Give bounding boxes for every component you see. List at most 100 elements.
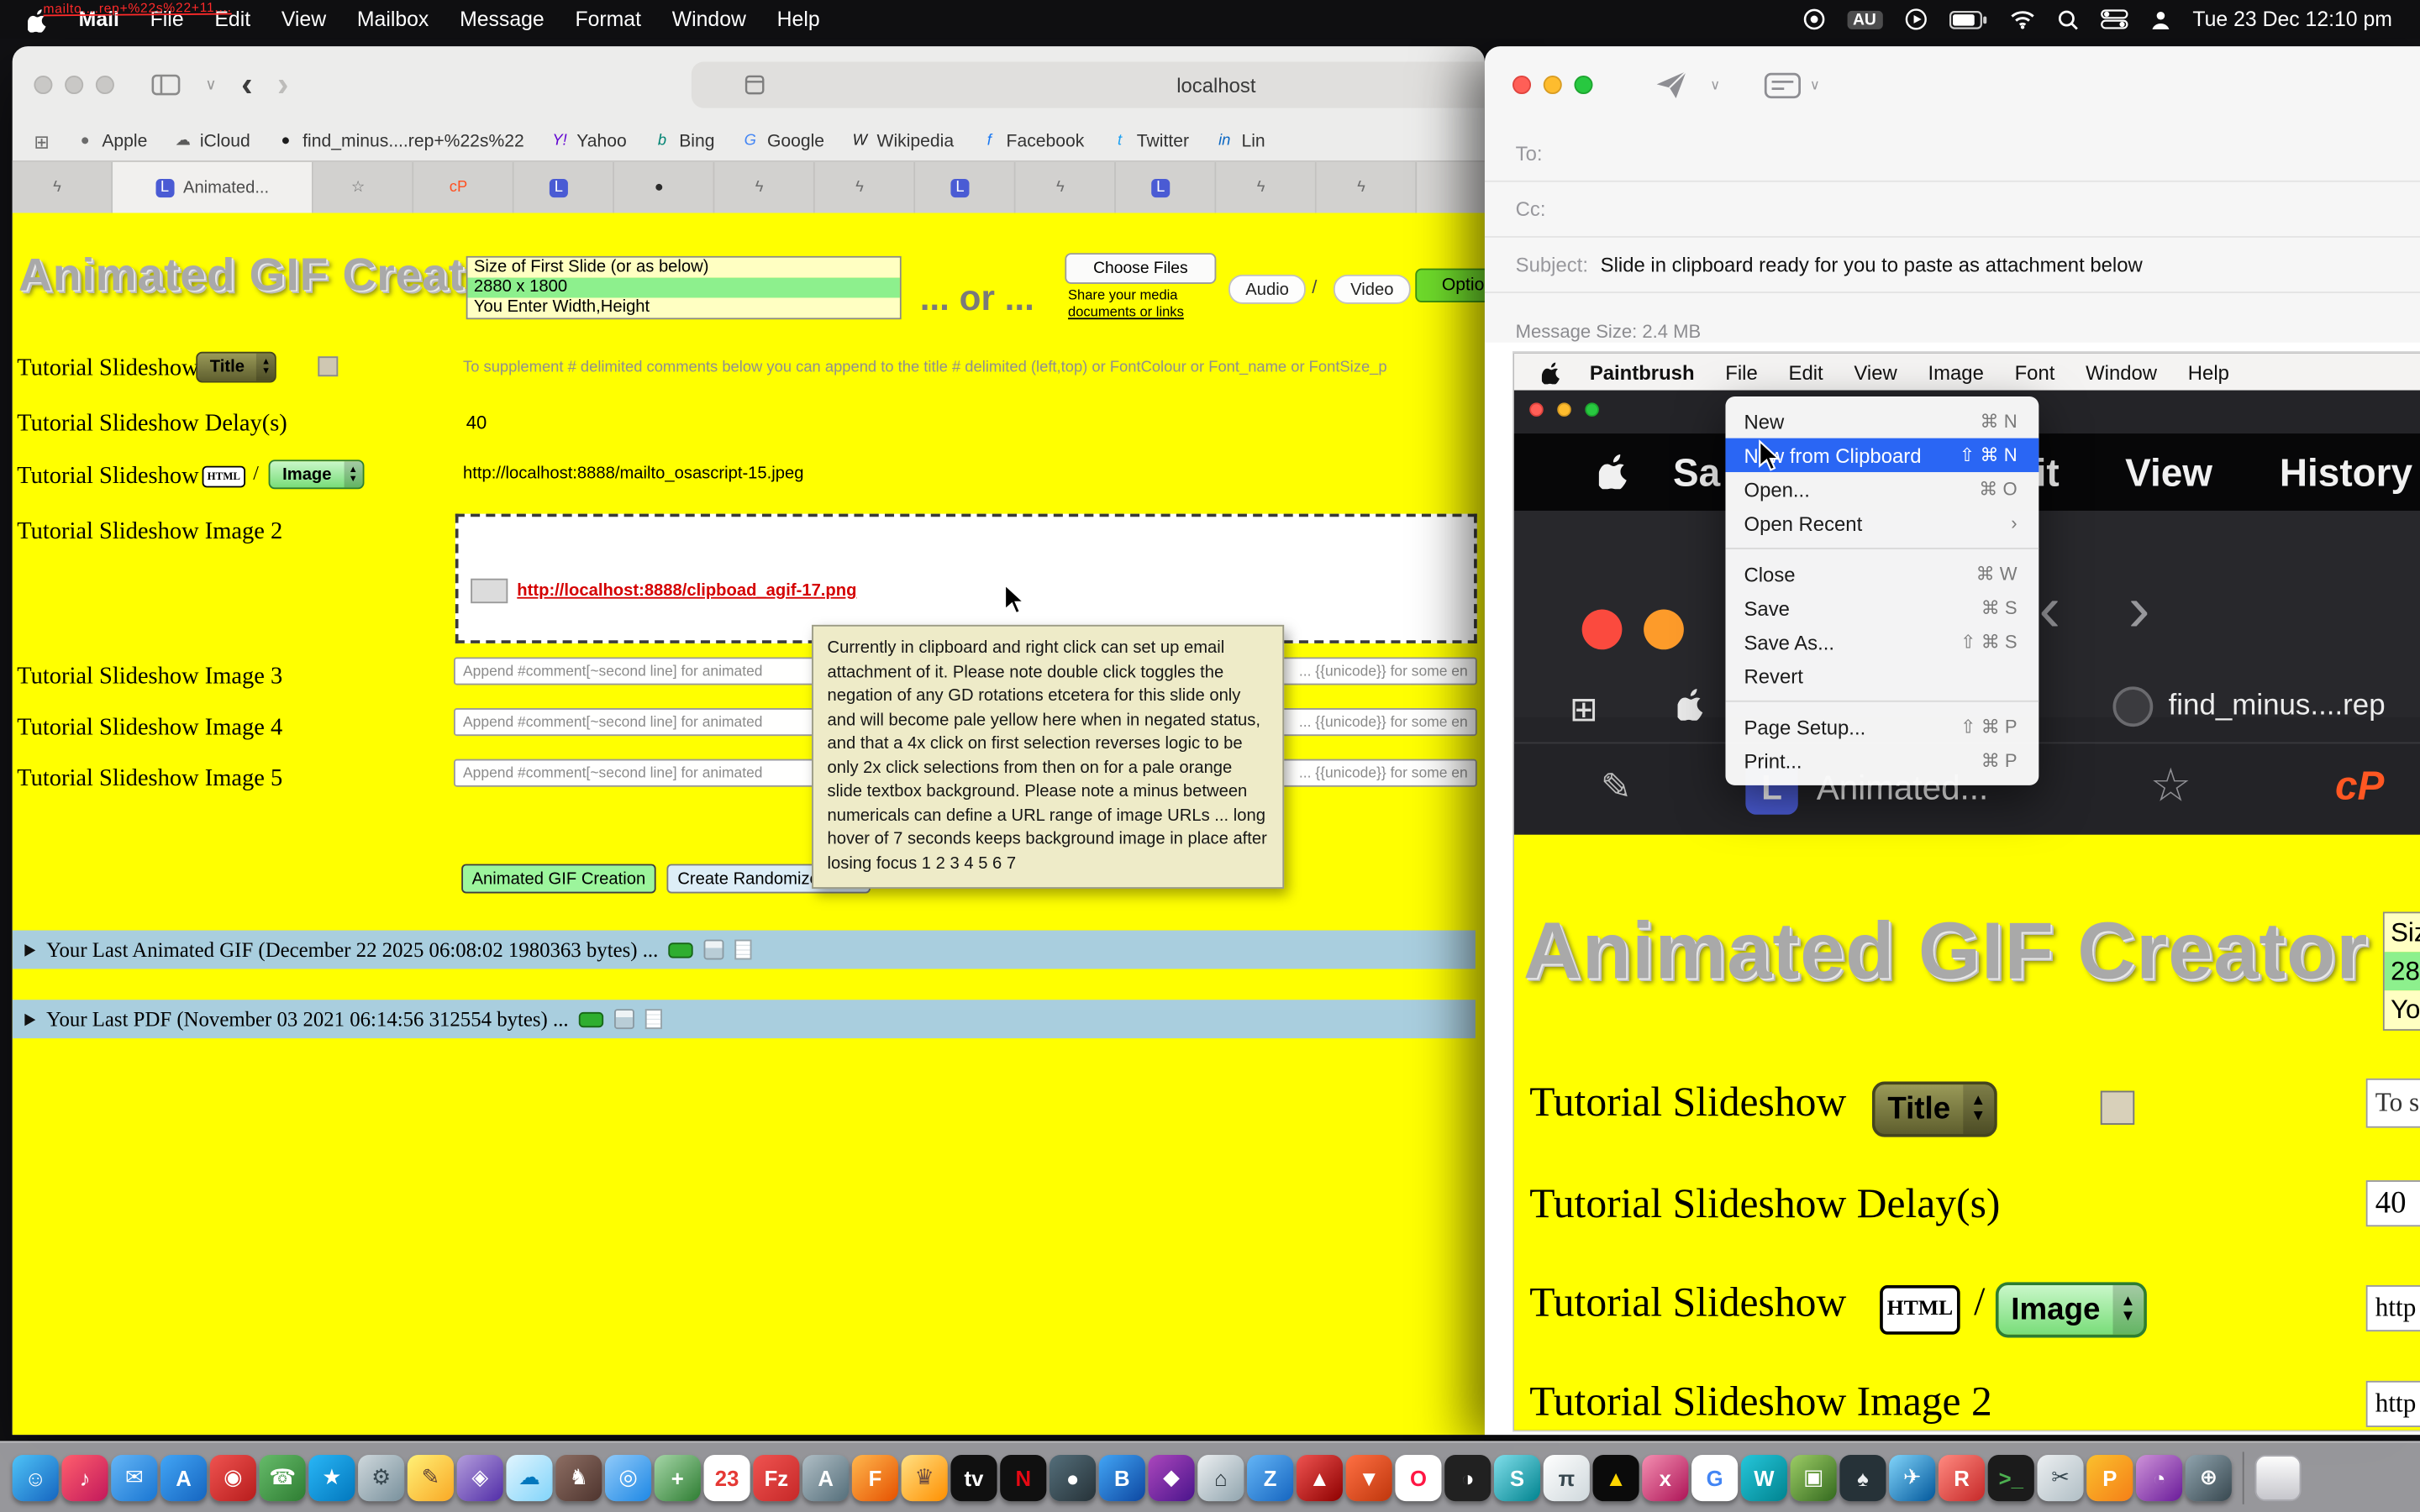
cc-field[interactable]: Cc: xyxy=(1485,182,2420,238)
share-media-link[interactable]: documents or links xyxy=(1068,304,1184,319)
last-gif-bar[interactable]: Your Last Animated GIF (December 22 2025… xyxy=(13,931,1476,969)
message-body[interactable]: PaintbrushFileEditViewImageFontWindowHel… xyxy=(1485,343,2420,1435)
dock-app-icon[interactable]: ◑ xyxy=(1444,1454,1491,1500)
menubar-menu-item[interactable]: Mailbox xyxy=(342,8,445,31)
browser-tab[interactable]: cP xyxy=(413,162,513,213)
dock-app-icon[interactable]: R xyxy=(1939,1454,1985,1500)
browser-tab[interactable]: ● xyxy=(614,162,714,213)
dock-app-icon[interactable]: ♪ xyxy=(61,1454,108,1500)
dock-app-icon[interactable]: A xyxy=(802,1454,849,1500)
minimize-button[interactable] xyxy=(65,76,83,94)
dock-app-icon[interactable]: ◔ xyxy=(2136,1454,2182,1500)
user-icon[interactable] xyxy=(2149,8,2171,30)
header-fields-chevron-icon[interactable]: ∨ xyxy=(1810,76,1820,93)
bookmark-item[interactable]: bBing xyxy=(653,133,715,151)
bookmark-item[interactable]: fFacebook xyxy=(980,133,1084,151)
menubar-menu-item[interactable]: Format xyxy=(560,8,656,31)
dock-app-icon[interactable]: ✂ xyxy=(2037,1454,2083,1500)
search-icon[interactable] xyxy=(2057,8,2079,30)
dock-app-icon[interactable]: tv xyxy=(950,1454,997,1500)
dock-app-icon[interactable]: S xyxy=(1494,1454,1540,1500)
dock-app-icon[interactable]: G xyxy=(1691,1454,1738,1500)
browser-tab[interactable]: L xyxy=(1116,162,1216,213)
dock-app-icon[interactable]: 23 xyxy=(704,1454,750,1500)
browser-tab[interactable]: ϟ xyxy=(13,162,113,213)
send-button[interactable] xyxy=(1655,70,1688,101)
zoom-button[interactable] xyxy=(96,76,114,94)
trash-icon[interactable] xyxy=(2254,1454,2301,1500)
bookmark-item[interactable]: tTwitter xyxy=(1111,133,1189,151)
bookmark-item[interactable]: ●find_minus....rep+%22s%22 xyxy=(276,133,524,151)
zoom-button[interactable] xyxy=(1574,76,1592,94)
clipboard-image-link[interactable]: http://localhost:8888/clipboad_agif-17.p… xyxy=(517,581,856,600)
html-toggle-button[interactable]: HTML xyxy=(203,466,245,488)
animated-gif-creation-button[interactable]: Animated GIF Creation xyxy=(461,864,655,894)
dock-app-icon[interactable]: ✉ xyxy=(111,1454,157,1500)
bookmark-item[interactable]: ☁iCloud xyxy=(174,133,250,151)
menubar-menu-item[interactable]: Message xyxy=(445,8,560,31)
forward-button[interactable]: › xyxy=(277,65,288,105)
menubar-menu-item[interactable]: View xyxy=(266,8,341,31)
dock-app-icon[interactable]: x xyxy=(1642,1454,1688,1500)
dock-app-icon[interactable]: W xyxy=(1741,1454,1787,1500)
close-button[interactable] xyxy=(34,76,52,94)
gif-badge-icon[interactable] xyxy=(669,942,693,957)
dock-app-icon[interactable]: ⌂ xyxy=(1197,1454,1244,1500)
preview-thumb-icon[interactable] xyxy=(704,940,724,960)
dock-app-icon[interactable]: A xyxy=(160,1454,207,1500)
record-icon[interactable] xyxy=(1802,8,1825,31)
pdf-badge-icon[interactable] xyxy=(579,1011,603,1026)
dock-app-icon[interactable]: ☎ xyxy=(260,1454,306,1500)
dock-app-icon[interactable]: Fz xyxy=(753,1454,799,1500)
dock-app-icon[interactable]: O xyxy=(1395,1454,1441,1500)
title-select[interactable]: Title ▲▼ xyxy=(196,352,276,383)
send-options-chevron-icon[interactable]: ∨ xyxy=(1710,76,1720,93)
dock-app-icon[interactable]: Z xyxy=(1247,1454,1293,1500)
audio-button[interactable]: Audio xyxy=(1228,275,1306,304)
browser-tab[interactable]: ϟ xyxy=(1016,162,1116,213)
menubar-menu-item[interactable]: Window xyxy=(656,8,761,31)
choose-files-button[interactable]: Choose Files xyxy=(1065,253,1216,284)
dock-app-icon[interactable]: ◈ xyxy=(457,1454,503,1500)
bookmark-item[interactable]: ●Apple xyxy=(76,133,147,151)
header-fields-button[interactable] xyxy=(1764,71,1801,97)
dock-app-icon[interactable]: ☺ xyxy=(13,1454,59,1500)
dock-app-icon[interactable]: ◎ xyxy=(605,1454,651,1500)
dock-app-icon[interactable]: ◉ xyxy=(210,1454,256,1500)
chevron-down-icon[interactable]: ∨ xyxy=(205,76,216,93)
menubar-menu-item[interactable]: Help xyxy=(761,8,835,31)
slide2-dropzone[interactable]: http://localhost:8888/clipboad_agif-17.p… xyxy=(455,514,1477,643)
battery-icon[interactable] xyxy=(1949,10,1987,29)
browser-tab[interactable]: ϟ xyxy=(1317,162,1417,213)
dock-app-icon[interactable]: ⚙ xyxy=(358,1454,404,1500)
dock-app-icon[interactable]: ▣ xyxy=(1791,1454,1837,1500)
close-button[interactable] xyxy=(1512,76,1531,94)
video-button[interactable]: Video xyxy=(1334,275,1411,304)
sidebar-icon[interactable] xyxy=(151,74,181,96)
color-swatch[interactable] xyxy=(318,356,338,376)
dock-app-icon[interactable]: ▲ xyxy=(1593,1454,1639,1500)
dock-app-icon[interactable]: ★ xyxy=(308,1454,355,1500)
dock-app-icon[interactable]: π xyxy=(1544,1454,1590,1500)
last-pdf-bar[interactable]: Your Last PDF (November 03 2021 06:14:56… xyxy=(13,1000,1476,1038)
control-center-icon[interactable] xyxy=(2100,9,2128,29)
browser-tab[interactable]: ☆ xyxy=(313,162,413,213)
address-bar[interactable]: localhost xyxy=(692,61,1485,108)
dock-app-icon[interactable]: B xyxy=(1099,1454,1145,1500)
preview-thumb-icon[interactable] xyxy=(615,1009,635,1029)
browser-tab[interactable]: L xyxy=(514,162,614,213)
delay-input[interactable]: 40 xyxy=(466,412,487,433)
disclosure-triangle-icon[interactable] xyxy=(24,943,35,956)
attachment-doc-icon[interactable] xyxy=(645,1009,662,1029)
play-icon[interactable] xyxy=(1904,8,1928,31)
browser-tab[interactable]: ϟ xyxy=(815,162,915,213)
minimize-button[interactable] xyxy=(1544,76,1562,94)
options-button[interactable]: Options xyxy=(1415,269,1485,302)
bookmark-item[interactable]: inLin xyxy=(1215,133,1265,151)
bookmark-item[interactable]: WWikipedia xyxy=(850,133,954,151)
disclosure-triangle-icon[interactable] xyxy=(24,1013,35,1026)
browser-tab[interactable]: L xyxy=(915,162,1015,213)
dock-app-icon[interactable]: >_ xyxy=(1988,1454,2034,1500)
dock-app-icon[interactable]: ♠ xyxy=(1839,1454,1886,1500)
browser-tab[interactable]: ϟ xyxy=(1216,162,1316,213)
